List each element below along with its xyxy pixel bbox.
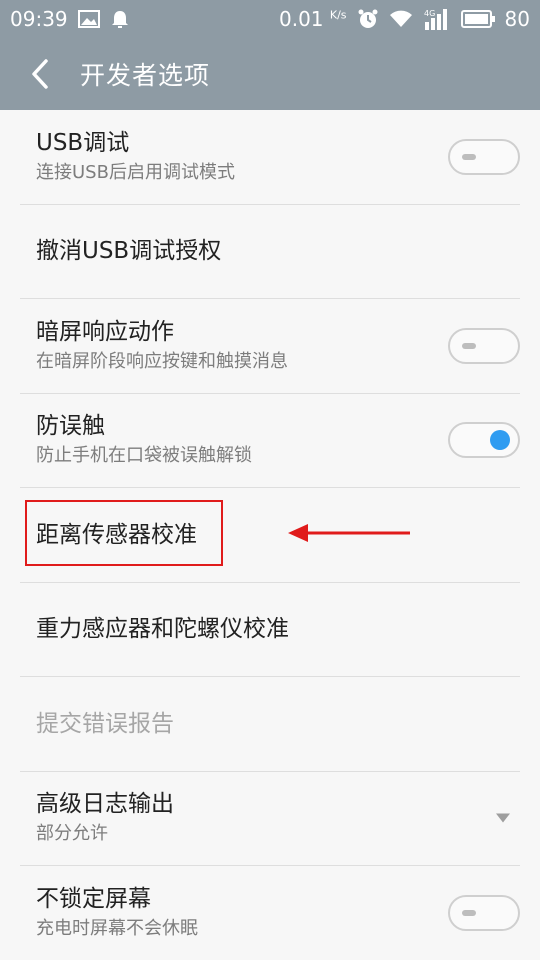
setting-title: 防误触 xyxy=(36,413,105,440)
alarm-icon xyxy=(357,8,379,30)
setting-bug-report: 提交错误报告 xyxy=(20,677,520,772)
setting-title: 暗屏响应动作 xyxy=(36,318,174,345)
setting-subtitle: 部分允许 xyxy=(36,823,108,845)
setting-title: 撤消USB调试授权 xyxy=(36,238,222,265)
annotation-arrow-icon xyxy=(288,524,410,542)
setting-title: 重力感应器和陀螺仪校准 xyxy=(36,616,289,643)
page-title: 开发者选项 xyxy=(80,61,211,90)
setting-revoke-usb[interactable]: 撤消USB调试授权 xyxy=(20,205,520,299)
toggle-off-indicator xyxy=(462,342,476,349)
setting-usb-debug[interactable]: USB调试 连接USB后启用调试模式 xyxy=(20,110,520,205)
setting-title: USB调试 xyxy=(36,129,130,156)
setting-subtitle: 连接USB后启用调试模式 xyxy=(36,161,235,183)
setting-subtitle: 充电时屏幕不会休眠 xyxy=(36,918,198,940)
back-button[interactable] xyxy=(0,38,80,110)
setting-title: 高级日志输出 xyxy=(36,791,174,818)
setting-anti-touch[interactable]: 防误触 防止手机在口袋被误触解锁 xyxy=(20,394,520,488)
setting-stay-awake[interactable]: 不锁定屏幕 充电时屏幕不会休眠 xyxy=(20,866,520,960)
usb-debug-toggle[interactable] xyxy=(448,138,520,175)
setting-gravity-calibration[interactable]: 重力感应器和陀螺仪校准 xyxy=(20,583,520,677)
signal-icon: 4G xyxy=(423,8,451,30)
setting-dark-screen[interactable]: 暗屏响应动作 在暗屏阶段响应按键和触摸消息 xyxy=(20,299,520,394)
battery-level: 80 xyxy=(504,7,530,31)
setting-subtitle: 防止手机在口袋被误触解锁 xyxy=(36,445,252,467)
status-time: 09:39 xyxy=(10,7,68,31)
toggle-on-indicator xyxy=(490,430,510,451)
setting-title: 提交错误报告 xyxy=(36,710,174,737)
chevron-left-icon xyxy=(32,59,48,89)
net-speed-unit: K/s xyxy=(329,8,347,22)
battery-icon xyxy=(460,10,495,28)
image-icon xyxy=(77,10,100,28)
app-bar: 开发者选项 xyxy=(0,38,540,110)
setting-log-output[interactable]: 高级日志输出 部分允许 xyxy=(20,772,520,866)
dark-screen-toggle[interactable] xyxy=(448,327,520,364)
highlight-box xyxy=(25,500,223,566)
wifi-icon xyxy=(389,10,413,28)
anti-touch-toggle[interactable] xyxy=(448,422,520,459)
net-speed: 0.01 K/s xyxy=(279,7,347,31)
stay-awake-toggle[interactable] xyxy=(448,895,520,932)
setting-subtitle: 在暗屏阶段响应按键和触摸消息 xyxy=(36,350,288,372)
dropdown-arrow-icon[interactable] xyxy=(496,809,510,828)
status-bar: 09:39 0.01 K/s 4G 80 xyxy=(0,0,540,38)
setting-title: 不锁定屏幕 xyxy=(36,886,151,913)
toggle-off-indicator xyxy=(462,153,476,160)
toggle-off-indicator xyxy=(462,910,476,917)
signal-label: 4G xyxy=(424,9,435,18)
bell-icon xyxy=(110,9,130,29)
